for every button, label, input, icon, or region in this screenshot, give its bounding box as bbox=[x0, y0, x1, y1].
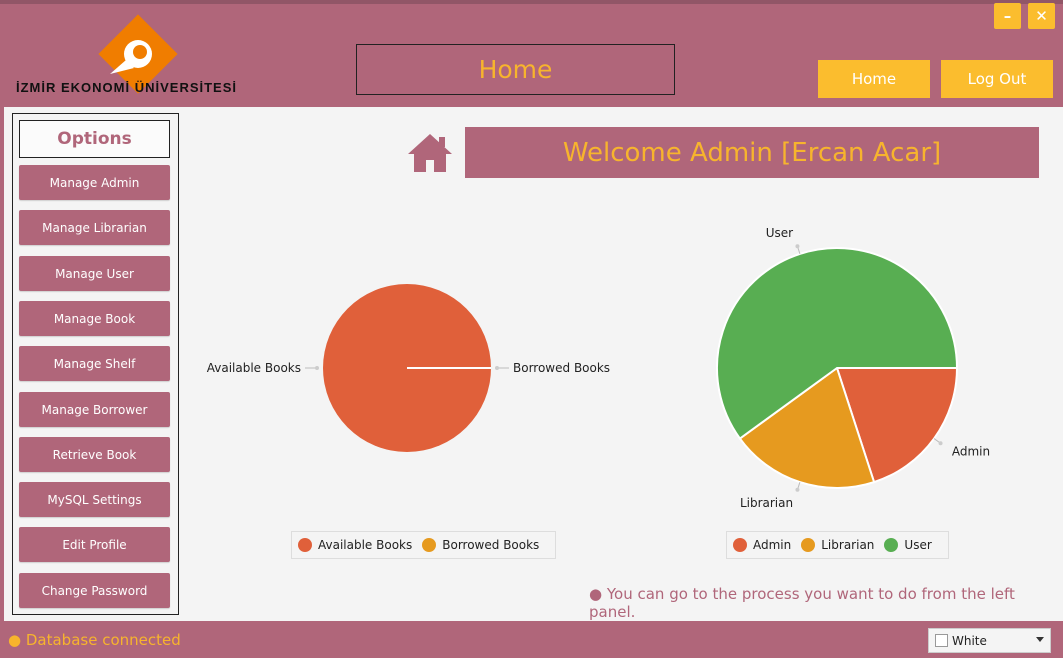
slice-label: User bbox=[766, 226, 793, 240]
main-panel: Options Manage Admin Manage Librarian Ma… bbox=[4, 107, 1063, 621]
theme-select[interactable]: White bbox=[928, 628, 1051, 653]
legend-item: Librarian bbox=[801, 538, 874, 552]
legend-label: Borrowed Books bbox=[442, 538, 540, 552]
legend-item: Borrowed Books bbox=[422, 538, 539, 552]
slice-label: Available Books bbox=[207, 361, 301, 375]
chevron-down-icon bbox=[1036, 637, 1044, 642]
logout-button[interactable]: Log Out bbox=[941, 60, 1053, 98]
legend-label: Available Books bbox=[318, 538, 413, 552]
books-legend: Available Books Borrowed Books bbox=[291, 531, 557, 559]
page-title: Home bbox=[356, 44, 675, 95]
legend-item: Available Books bbox=[298, 538, 412, 552]
hint-text: ● You can go to the process you want to … bbox=[589, 585, 1015, 621]
theme-checkbox[interactable] bbox=[935, 634, 948, 647]
label-dot bbox=[795, 244, 800, 249]
legend-swatch bbox=[884, 538, 899, 552]
label-dot bbox=[938, 441, 943, 446]
status-bar: ● Database connected White bbox=[0, 621, 1063, 658]
logo-text: İZMİR EKONOMİ ÜNİVERSİTESİ bbox=[16, 80, 238, 95]
legend-label: Librarian bbox=[821, 538, 875, 552]
top-strip bbox=[0, 0, 1063, 4]
label-dot bbox=[795, 487, 800, 492]
label-dot bbox=[315, 366, 319, 370]
close-button[interactable]: ✕ bbox=[1028, 3, 1055, 29]
legend-swatch bbox=[733, 538, 747, 552]
slice-label: Admin bbox=[952, 444, 990, 458]
users-legend: Admin Librarian User bbox=[726, 531, 949, 559]
header-bar: İZMİR EKONOMİ ÜNİVERSİTESİ Home – ✕ Home… bbox=[0, 0, 1063, 107]
label-dot bbox=[495, 366, 499, 370]
home-button[interactable]: Home bbox=[818, 60, 930, 98]
legend-swatch bbox=[422, 538, 437, 552]
legend-swatch bbox=[801, 538, 816, 552]
legend-swatch bbox=[298, 538, 312, 552]
slice-label: Borrowed Books bbox=[513, 361, 610, 375]
legend-item: Admin bbox=[733, 538, 791, 552]
legend-label: User bbox=[904, 538, 932, 552]
legend-item: User bbox=[884, 538, 932, 552]
database-status: ● Database connected bbox=[8, 631, 181, 649]
minimize-button[interactable]: – bbox=[994, 3, 1021, 29]
legend-label: Admin bbox=[753, 538, 792, 552]
theme-value: White bbox=[952, 633, 987, 648]
slice-label: Librarian bbox=[740, 496, 793, 510]
